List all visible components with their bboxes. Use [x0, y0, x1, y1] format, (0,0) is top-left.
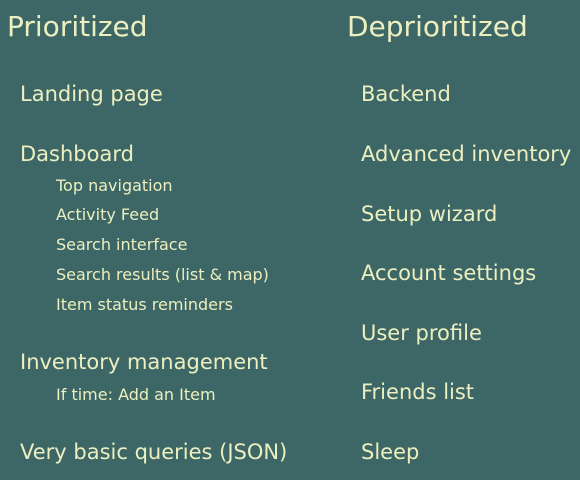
- deprioritized-item-sleep: Sleep: [361, 440, 420, 464]
- dashboard-subitem-activity-feed: Activity Feed: [56, 205, 160, 224]
- dashboard-subitem-search-interface: Search interface: [56, 235, 188, 254]
- deprioritized-item-setup-wizard: Setup wizard: [361, 202, 498, 226]
- deprioritized-item-advanced-inventory: Advanced inventory: [361, 142, 572, 166]
- inventory-subitem-add-item: If time: Add an Item: [56, 385, 216, 404]
- deprioritized-item-user-profile: User profile: [361, 321, 482, 345]
- dashboard-subitem-top-navigation: Top navigation: [56, 176, 173, 195]
- priority-item-inventory-management: Inventory management: [20, 350, 268, 374]
- deprioritized-item-account-settings: Account settings: [361, 261, 537, 285]
- priority-item-basic-queries: Very basic queries (JSON): [20, 440, 288, 464]
- priority-item-dashboard: Dashboard: [20, 142, 134, 166]
- deprioritized-heading: Deprioritized: [347, 10, 528, 43]
- deprioritized-item-backend: Backend: [361, 82, 451, 106]
- dashboard-subitem-search-results: Search results (list & map): [56, 265, 269, 284]
- priority-item-landing-page: Landing page: [20, 82, 163, 106]
- prioritized-heading: Prioritized: [7, 10, 148, 43]
- dashboard-subitem-item-status-reminders: Item status reminders: [56, 295, 233, 314]
- deprioritized-item-friends-list: Friends list: [361, 380, 475, 404]
